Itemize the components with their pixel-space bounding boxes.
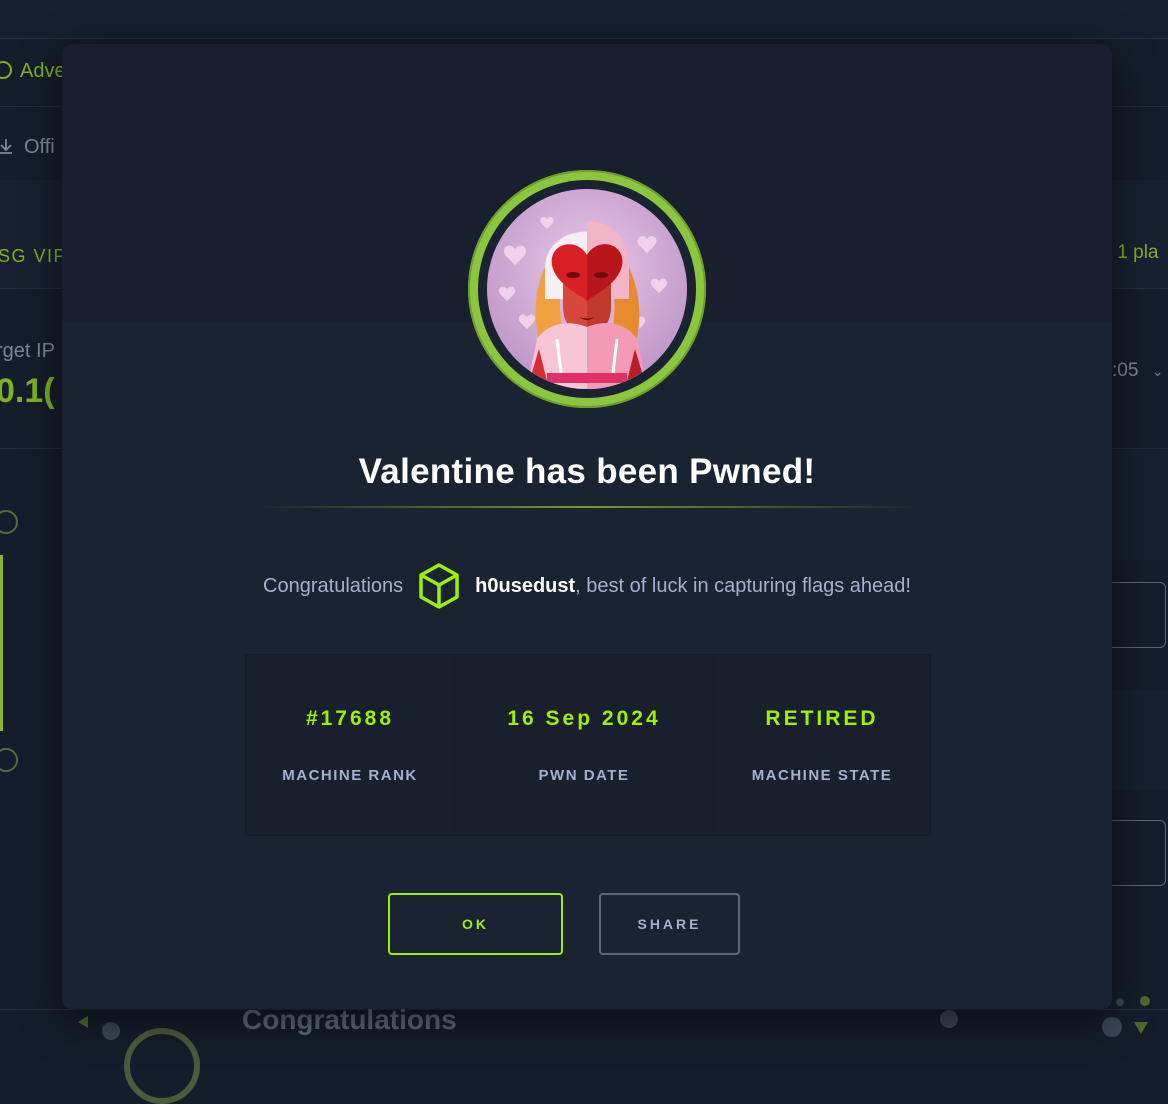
valentine-heart-mask-avatar <box>487 189 687 389</box>
pwn-date-value: 16 Sep 2024 <box>507 706 661 730</box>
congrats-suffix: , best of luck in capturing flags ahead! <box>575 574 911 597</box>
top-bar <box>0 0 1168 38</box>
machine-state-value: RETIRED <box>765 706 879 730</box>
machine-rank-label: MACHINE RANK <box>282 766 418 784</box>
time-selector[interactable]: :05 ⌄ <box>1112 360 1163 382</box>
modal-title: Valentine has been Pwned! <box>358 452 816 491</box>
flag-icon <box>0 748 18 772</box>
cube-icon <box>417 562 461 610</box>
target-ip-label: rget IP <box>0 340 55 362</box>
pwned-modal: Valentine has been Pwned! Congratulation… <box>62 44 1112 1009</box>
ok-button[interactable]: OK <box>388 893 563 955</box>
progress-line <box>0 555 3 731</box>
sidebar-item-advanced[interactable]: Adve <box>0 60 66 83</box>
circle-icon <box>0 61 12 79</box>
avatar-ring-bg <box>124 1028 200 1104</box>
congrats-prefix: Congratulations <box>263 574 404 597</box>
download-icon <box>0 137 12 154</box>
stat-machine-rank: #17688 MACHINE RANK <box>246 655 455 835</box>
username[interactable]: h0usedust <box>475 575 575 598</box>
pwn-date-label: PWN DATE <box>538 766 630 784</box>
congratulations-message: Congratulations h0usedust, best of luck … <box>62 562 1112 610</box>
target-ip-value: 0.1( <box>0 372 55 410</box>
pwn-stats-panel: #17688 MACHINE RANK 16 Sep 2024 PWN DATE… <box>245 654 931 836</box>
stat-pwn-date: 16 Sep 2024 PWN DATE <box>455 655 714 835</box>
machine-state-label: MACHINE STATE <box>751 766 893 784</box>
flag-icon <box>0 510 18 534</box>
share-button[interactable]: SHARE <box>599 893 740 955</box>
title-divider <box>257 506 917 508</box>
machine-rank-value: #17688 <box>305 706 395 730</box>
vip-label: SG VIP <box>0 246 68 266</box>
chevron-down-icon: ⌄ <box>1151 363 1164 379</box>
stat-machine-state: RETIRED MACHINE STATE <box>714 655 930 835</box>
machine-avatar <box>468 170 706 408</box>
sidebar-item-official[interactable]: Offi <box>0 136 55 159</box>
players-count: ,1 pla <box>1108 242 1159 263</box>
